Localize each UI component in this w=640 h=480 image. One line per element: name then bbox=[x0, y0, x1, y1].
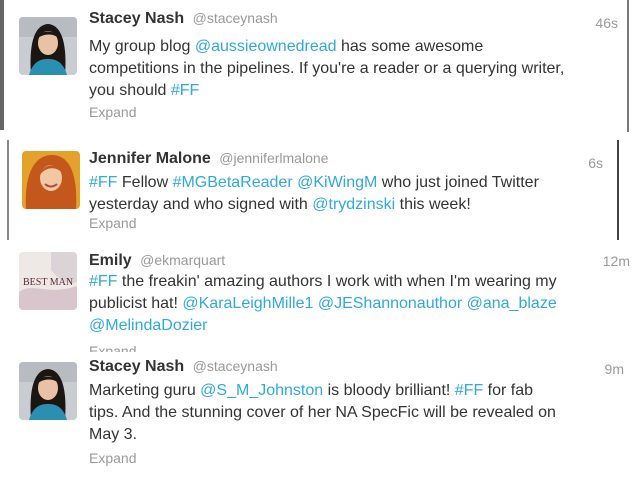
woman-dark-hair-avatar-icon bbox=[19, 362, 77, 420]
avatar[interactable] bbox=[19, 362, 77, 420]
tweet-text-segment: May 3. bbox=[89, 426, 138, 443]
author-name[interactable]: Stacey Nash bbox=[89, 358, 184, 375]
author-name[interactable]: Jennifer Malone bbox=[89, 150, 211, 167]
tweet-text-segment: has some awesome bbox=[336, 38, 484, 55]
tweet-text: #FF the freakin' amazing authors I work … bbox=[89, 271, 557, 337]
tweet-card[interactable]: Stacey Nash @staceynash 9m Marketing gur… bbox=[0, 352, 640, 480]
author-handle[interactable]: @staceynash bbox=[193, 358, 278, 374]
author-handle[interactable]: @ekmarquart bbox=[140, 252, 225, 268]
mention-link[interactable]: @KiWingM bbox=[297, 174, 377, 191]
book-cover-title: BEST MAN bbox=[23, 277, 73, 288]
tweet-text-segment: tips. And the stunning cover of her NA S… bbox=[89, 404, 556, 421]
book-cover-avatar-icon: BEST MAN bbox=[19, 252, 77, 310]
tweet-line: My group blog @aussieownedread has some … bbox=[89, 36, 564, 58]
tweet-line: #FF the freakin' amazing authors I work … bbox=[89, 271, 557, 293]
author-name[interactable]: Stacey Nash bbox=[89, 10, 184, 27]
avatar[interactable]: BEST MAN bbox=[19, 252, 77, 310]
tweet-line: publicist hat! @KaraLeighMille1 @JEShann… bbox=[89, 293, 557, 315]
mention-link[interactable]: @ana_blaze bbox=[467, 295, 557, 312]
mention-link[interactable]: @KaraLeighMille1 bbox=[182, 295, 313, 312]
tweet-text-segment: is bloody brilliant! bbox=[323, 382, 455, 399]
tweet-card[interactable]: BEST MAN Emily @ekmarquart 12m #FF the f… bbox=[0, 244, 640, 354]
tweet-card[interactable]: Stacey Nash @staceynash 46s My group blo… bbox=[0, 0, 626, 132]
tweet-text-segment: yesterday and who signed with bbox=[89, 196, 313, 213]
hashtag-link[interactable]: #FF bbox=[89, 174, 117, 191]
tweet-line: tips. And the stunning cover of her NA S… bbox=[89, 402, 556, 424]
tweet-header: Emily @ekmarquart bbox=[89, 252, 225, 270]
timestamp[interactable]: 6s bbox=[588, 155, 603, 171]
hashtag-link[interactable]: #FF bbox=[455, 382, 483, 399]
tweet-text-segment: the freakin' amazing authors I work with… bbox=[117, 273, 557, 290]
mention-link[interactable]: @aussieownedread bbox=[195, 38, 337, 55]
expand-link[interactable]: Expand bbox=[89, 450, 136, 466]
hashtag-link[interactable]: #FF bbox=[89, 273, 117, 290]
tweet-text: My group blog @aussieownedread has some … bbox=[89, 36, 564, 102]
tweet-card[interactable]: Jennifer Malone @jenniferlmalone 6s #FF … bbox=[9, 140, 617, 240]
tweet-header: Jennifer Malone @jenniferlmalone bbox=[89, 150, 328, 168]
hashtag-link[interactable]: #MGBetaReader bbox=[173, 174, 293, 191]
timestamp[interactable]: 46s bbox=[595, 15, 618, 31]
tweet-text-segment: for fab bbox=[483, 382, 534, 399]
avatar[interactable] bbox=[22, 151, 80, 209]
tweet-line: you should #FF bbox=[89, 80, 564, 102]
tweet-header: Stacey Nash @staceynash bbox=[89, 10, 278, 28]
author-handle[interactable]: @jenniferlmalone bbox=[219, 150, 328, 166]
expand-link[interactable]: Expand bbox=[89, 215, 136, 231]
tweet-text: #FF Fellow #MGBetaReader @KiWingM who ju… bbox=[89, 172, 539, 216]
tweet-header: Stacey Nash @staceynash bbox=[89, 358, 278, 376]
mention-link[interactable]: @MelindaDozier bbox=[89, 317, 208, 334]
avatar[interactable] bbox=[19, 17, 77, 75]
mention-link[interactable]: @S_M_Johnston bbox=[200, 382, 323, 399]
author-handle[interactable]: @staceynash bbox=[193, 10, 278, 26]
expand-link[interactable]: Expand bbox=[89, 104, 136, 120]
tweet-line: May 3. bbox=[89, 424, 556, 446]
author-name[interactable]: Emily bbox=[89, 252, 132, 269]
tweet-text-segment: who just joined Twitter bbox=[377, 174, 539, 191]
right-border-line bbox=[627, 0, 629, 132]
tweet-text-segment: competitions in the pipelines. If you're… bbox=[89, 60, 565, 77]
tweet-line: @MelindaDozier bbox=[89, 315, 557, 337]
woman-dark-hair-avatar-icon bbox=[19, 17, 77, 75]
tweet-text-segment: you should bbox=[89, 82, 171, 99]
tweet-text-segment: publicist hat! bbox=[89, 295, 183, 312]
timestamp[interactable]: 12m bbox=[603, 253, 630, 269]
tweet-text: Marketing guru @S_M_Johnston is bloody b… bbox=[89, 380, 556, 446]
hashtag-link[interactable]: #FF bbox=[171, 82, 199, 99]
right-border-line bbox=[617, 140, 619, 240]
mention-link[interactable]: @trydzinski bbox=[312, 196, 395, 213]
tweet-line: competitions in the pipelines. If you're… bbox=[89, 58, 564, 80]
tweet-text-segment: My group blog bbox=[89, 38, 195, 55]
mention-link[interactable]: @JEShannonauthor bbox=[318, 295, 462, 312]
tweet-line: yesterday and who signed with @trydzinsk… bbox=[89, 194, 539, 216]
tweet-text-segment: this week! bbox=[395, 196, 471, 213]
tweet-text-segment: Fellow bbox=[117, 174, 173, 191]
tweet-line: Marketing guru @S_M_Johnston is bloody b… bbox=[89, 380, 556, 402]
left-border-line bbox=[7, 140, 9, 240]
timestamp[interactable]: 9m bbox=[605, 361, 624, 377]
tweet-line: #FF Fellow #MGBetaReader @KiWingM who ju… bbox=[89, 172, 539, 194]
tweet-text-segment: Marketing guru bbox=[89, 382, 201, 399]
left-border-line bbox=[0, 0, 4, 130]
woman-red-hair-avatar-icon bbox=[22, 151, 80, 209]
